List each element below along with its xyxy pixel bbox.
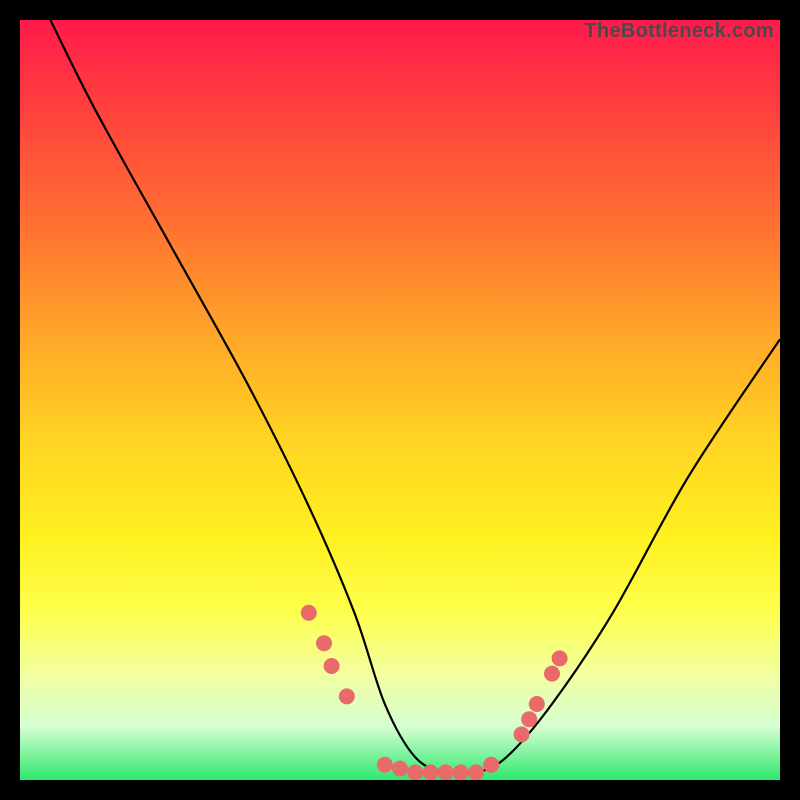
curve-layer	[50, 20, 780, 774]
highlight-dot	[438, 764, 454, 780]
highlight-dot	[552, 650, 568, 666]
bottleneck-curve	[50, 20, 780, 774]
highlight-dot	[377, 757, 393, 773]
highlight-dot	[422, 764, 438, 780]
highlight-dot	[521, 711, 537, 727]
highlight-dot	[453, 764, 469, 780]
watermark-text: TheBottleneck.com	[584, 20, 774, 43]
highlight-dot	[514, 726, 530, 742]
marker-layer	[301, 605, 568, 780]
highlight-dot	[392, 761, 408, 777]
highlight-dot	[544, 666, 560, 682]
highlight-dot	[468, 764, 484, 780]
highlight-dot	[316, 635, 332, 651]
highlight-dot	[407, 764, 423, 780]
highlight-dot	[483, 757, 499, 773]
chart-svg	[20, 20, 780, 780]
highlight-dot	[529, 696, 545, 712]
highlight-dot	[339, 688, 355, 704]
highlight-dot	[301, 605, 317, 621]
highlight-dot	[324, 658, 340, 674]
chart-frame: TheBottleneck.com	[20, 20, 780, 780]
